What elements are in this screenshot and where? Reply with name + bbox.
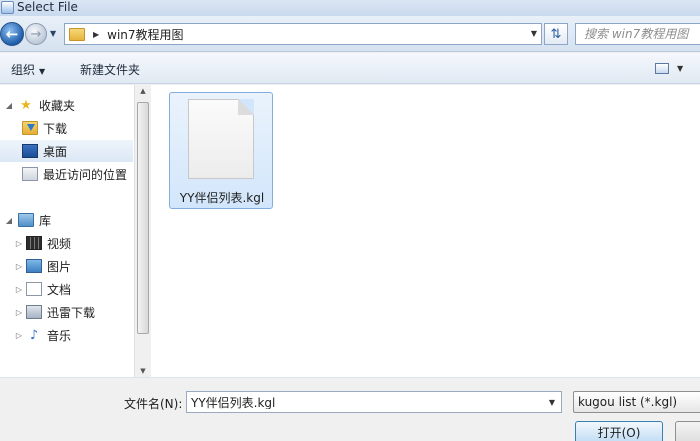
- nav-item-label: 桌面: [43, 144, 68, 159]
- file-item[interactable]: YY伴侣列表.kgl: [169, 92, 273, 209]
- filename-label: 文件名(N):: [124, 397, 183, 411]
- xunlei-download-icon: [26, 305, 42, 319]
- arrow-left-icon: ←: [5, 25, 19, 43]
- expand-icon[interactable]: ▷: [14, 331, 24, 340]
- nav-favorites-label: 收藏夹: [39, 98, 76, 113]
- chevron-down-icon: ▼: [39, 67, 46, 76]
- scrollbar-thumb[interactable]: [137, 102, 149, 334]
- pictures-icon: [26, 259, 42, 273]
- open-button[interactable]: 打开(O): [575, 421, 663, 441]
- nav-item-xunlei-downloads[interactable]: ▷ 迅雷下载: [0, 301, 133, 323]
- window-icon: [1, 1, 14, 14]
- documents-icon: [26, 282, 42, 296]
- nav-item-documents[interactable]: ▷ 文档: [0, 278, 133, 300]
- scroll-down-icon[interactable]: ▼: [135, 367, 151, 375]
- file-name: YY伴侣列表.kgl: [179, 191, 265, 205]
- forward-button[interactable]: →: [25, 23, 47, 45]
- video-icon: [26, 236, 42, 250]
- navigation-bar: ← → ▼ ▶ win7教程用图 ▼ ⇅: [0, 16, 700, 52]
- nav-item-label: 图片: [47, 259, 72, 274]
- nav-item-music[interactable]: ▷ ♪ 音乐: [0, 324, 133, 346]
- library-icon: [18, 213, 34, 227]
- nav-item-videos[interactable]: ▷ 视频: [0, 232, 133, 254]
- nav-item-pictures[interactable]: ▷ 图片: [0, 255, 133, 277]
- search-input[interactable]: [584, 27, 696, 41]
- arrow-right-icon: →: [30, 26, 42, 42]
- organize-label: 组织: [11, 63, 36, 77]
- nav-item-downloads[interactable]: 下载: [0, 117, 133, 139]
- search-box[interactable]: [575, 23, 700, 45]
- address-dropdown-icon[interactable]: ▼: [531, 29, 537, 38]
- view-options-dropdown[interactable]: ▼: [677, 64, 683, 73]
- file-list[interactable]: YY伴侣列表.kgl: [151, 85, 700, 377]
- expand-icon[interactable]: ▷: [14, 239, 24, 248]
- nav-item-desktop[interactable]: 桌面: [0, 140, 133, 162]
- expand-icon[interactable]: ▷: [14, 308, 24, 317]
- chevron-down-icon[interactable]: ▼: [549, 398, 555, 407]
- collapse-icon[interactable]: ◢: [4, 216, 14, 225]
- organize-button[interactable]: 组织 ▼: [11, 61, 45, 78]
- expand-icon[interactable]: ▷: [14, 262, 24, 271]
- nav-item-recent-places[interactable]: 最近访问的位置: [0, 163, 133, 185]
- nav-item-label: 最近访问的位置: [43, 167, 128, 182]
- address-bar[interactable]: ▶ win7教程用图 ▼: [64, 23, 542, 45]
- refresh-icon: ⇅: [550, 26, 562, 42]
- recent-places-icon: [22, 167, 38, 181]
- change-view-icon[interactable]: [655, 63, 669, 74]
- nav-libraries-label: 库: [39, 213, 52, 228]
- new-folder-button[interactable]: 新建文件夹: [80, 61, 140, 78]
- nav-libraries[interactable]: ◢ 库: [0, 209, 133, 231]
- refresh-button[interactable]: ⇅: [544, 23, 568, 45]
- title-bar: Select File: [0, 0, 700, 16]
- desktop-icon: [22, 144, 38, 158]
- filename-input[interactable]: [191, 395, 531, 409]
- nav-favorites[interactable]: ◢ ★ 收藏夹: [0, 94, 133, 116]
- scroll-up-icon[interactable]: ▲: [135, 87, 151, 95]
- folder-icon: [69, 27, 85, 41]
- cancel-button[interactable]: [675, 421, 700, 441]
- nav-item-label: 文档: [47, 282, 72, 297]
- nav-item-label: 下载: [43, 121, 68, 136]
- expand-icon[interactable]: ▷: [14, 285, 24, 294]
- music-icon: ♪: [29, 327, 39, 343]
- nav-item-label: 迅雷下载: [47, 305, 96, 320]
- filename-combobox[interactable]: ▼: [186, 391, 562, 413]
- window-title: Select File: [17, 0, 78, 14]
- back-button[interactable]: ←: [0, 22, 24, 46]
- download-folder-icon: [22, 121, 38, 135]
- file-type-filter[interactable]: kugou list (*.kgl): [573, 391, 700, 413]
- star-icon: ★: [20, 97, 32, 113]
- breadcrumb-current-folder[interactable]: win7教程用图: [107, 26, 183, 43]
- blank-file-icon: [188, 99, 254, 179]
- navigation-pane: ◢ ★ 收藏夹 下载 桌面 最近访问的位置 ◢ 库 ▷ 视频 ▷ 图片 ▷ 文档…: [0, 85, 150, 377]
- command-bar: 组织 ▼ 新建文件夹 ▼: [0, 53, 700, 84]
- breadcrumb-chevron-icon[interactable]: ▶: [93, 30, 99, 39]
- nav-item-label: 音乐: [47, 328, 72, 343]
- navigation-pane-scrollbar[interactable]: ▲ ▼: [134, 85, 150, 377]
- recent-pages-dropdown[interactable]: ▼: [50, 29, 56, 38]
- collapse-icon[interactable]: ◢: [4, 101, 14, 110]
- bottom-panel: 文件名(N): ▼ kugou list (*.kgl) 打开(O): [0, 377, 700, 441]
- nav-item-label: 视频: [47, 236, 72, 251]
